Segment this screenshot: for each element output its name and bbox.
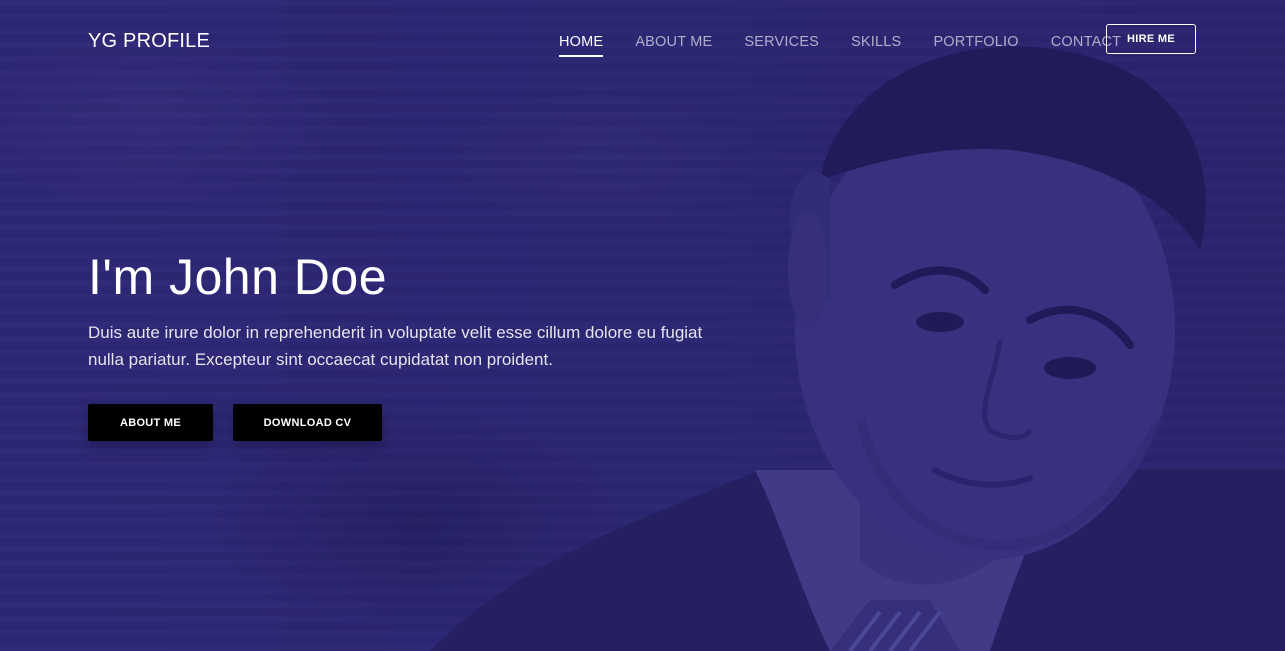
nav-item-home: HOME	[559, 33, 604, 57]
hero-section: YG PROFILE HOME ABOUT ME SERVICES SKILLS…	[0, 0, 1285, 651]
nav-item-portfolio: PORTFOLIO	[933, 33, 1018, 57]
navbar: YG PROFILE HOME ABOUT ME SERVICES SKILLS…	[0, 0, 1285, 84]
hero-subtitle: Duis aute irure dolor in reprehenderit i…	[88, 323, 703, 369]
nav-item-services: SERVICES	[744, 33, 819, 57]
nav-item-skills: SKILLS	[851, 33, 901, 57]
nav-link-about[interactable]: ABOUT ME	[635, 34, 712, 55]
hire-me-button[interactable]: HIRE ME	[1106, 24, 1196, 54]
hero-headline: I'm John Doe	[88, 249, 388, 305]
brand-logo[interactable]: YG PROFILE	[88, 30, 210, 53]
nav-link-skills[interactable]: SKILLS	[851, 34, 901, 55]
about-me-button[interactable]: ABOUT ME	[88, 404, 213, 441]
nav-menu: HOME ABOUT ME SERVICES SKILLS PORTFOLIO …	[559, 33, 1153, 57]
nav-link-portfolio[interactable]: PORTFOLIO	[933, 34, 1018, 55]
nav-item-about: ABOUT ME	[635, 33, 712, 57]
nav-link-home[interactable]: HOME	[559, 34, 604, 57]
nav-link-services[interactable]: SERVICES	[744, 34, 819, 55]
download-cv-button[interactable]: DOWNLOAD CV	[233, 404, 382, 441]
